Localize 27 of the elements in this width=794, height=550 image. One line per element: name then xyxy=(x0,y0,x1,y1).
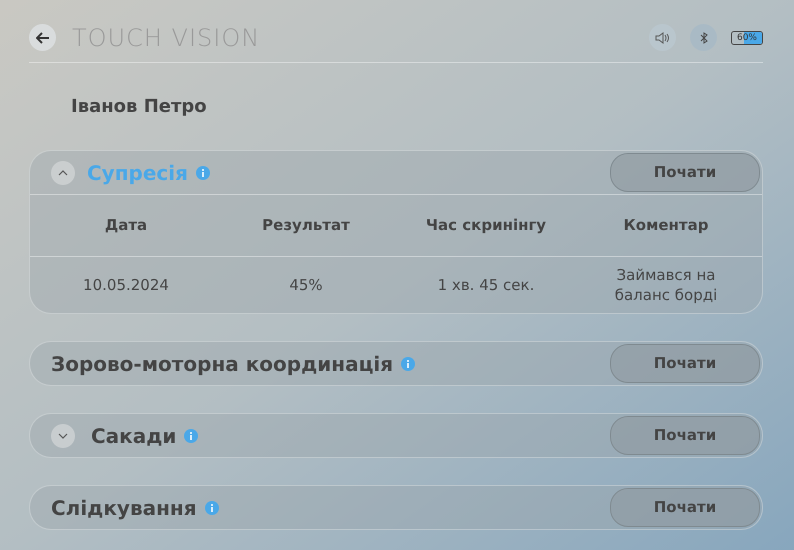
table-cell-text: 1 хв. 45 сек. xyxy=(436,275,536,295)
section-title: Супресія xyxy=(87,160,188,186)
arrow-left-icon xyxy=(36,32,50,44)
info-icon[interactable] xyxy=(184,428,198,442)
section-title: Сакади xyxy=(91,422,176,450)
section-title: Слідкування xyxy=(51,494,197,522)
table-cell-text: Займався на баланс борді xyxy=(614,265,718,305)
info-icon[interactable] xyxy=(204,500,219,514)
start-button[interactable]: Почати xyxy=(610,416,760,455)
column-header: Результат xyxy=(261,215,351,236)
start-button[interactable]: Почати xyxy=(610,153,760,192)
collapse-button[interactable] xyxy=(51,160,75,184)
bluetooth-icon[interactable] xyxy=(690,24,717,51)
info-icon[interactable] xyxy=(401,356,416,370)
start-button[interactable]: Почати xyxy=(610,344,760,383)
table-cell-text: 10.05.2024 xyxy=(82,275,170,295)
speaker-icon[interactable] xyxy=(649,24,676,51)
start-button[interactable]: Почати xyxy=(610,488,760,527)
column-header: Коментар xyxy=(622,215,710,236)
section-title: Зорово-моторна координація xyxy=(51,350,394,378)
expand-button[interactable] xyxy=(51,424,75,448)
table-cell-text: 45% xyxy=(288,275,324,295)
back-button[interactable] xyxy=(29,24,56,51)
patient-name: Іванов Петро xyxy=(71,95,207,119)
column-header: Дата xyxy=(104,215,148,236)
info-icon[interactable] xyxy=(196,166,210,180)
column-header: Час скринінгу xyxy=(424,215,548,236)
